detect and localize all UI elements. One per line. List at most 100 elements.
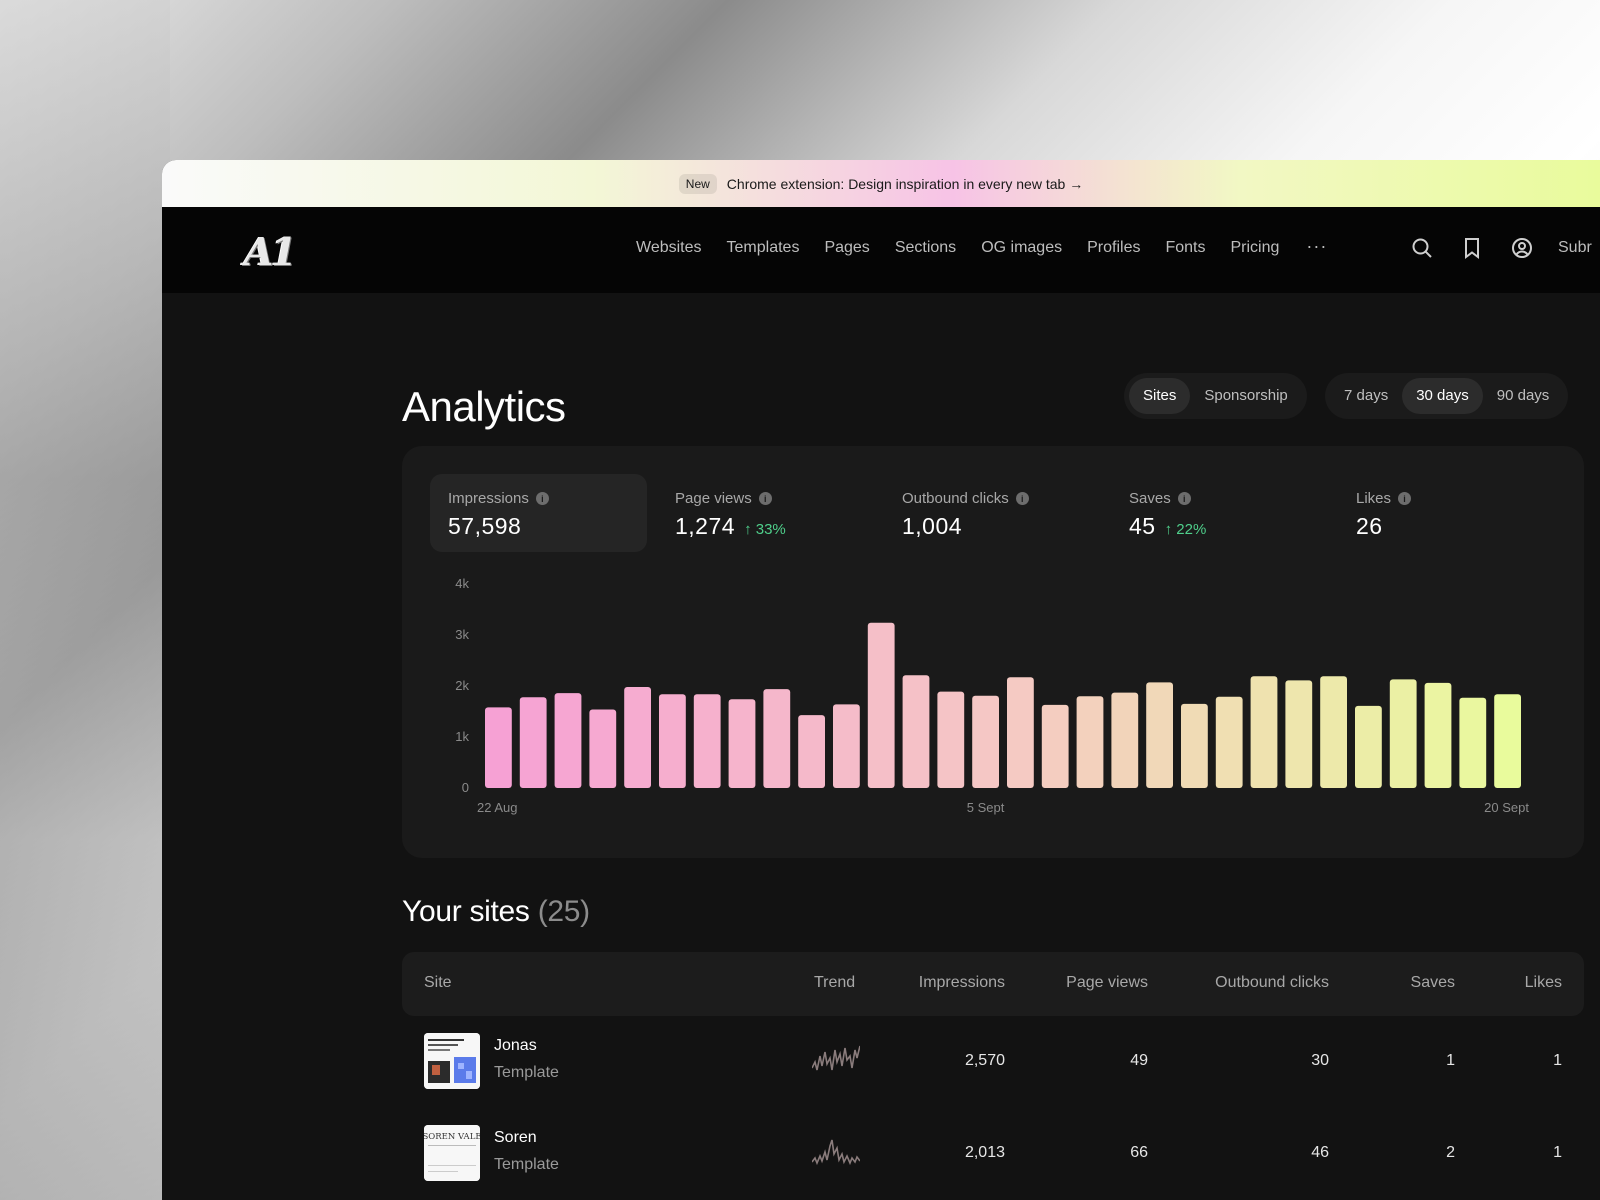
stat-impressions[interactable]: Impressions i 57,598 (430, 474, 647, 552)
bookmark-icon[interactable] (1460, 236, 1484, 260)
stat-tabs: Impressions i 57,598 Page views i 1,274 ↑ 3… (430, 474, 1565, 552)
chart-bar[interactable] (902, 675, 930, 788)
main-content: Analytics Sites Sponsorship 7 days 30 da… (162, 293, 1600, 1200)
nav-icons: Subr (1410, 236, 1592, 260)
chart-bar[interactable] (1285, 680, 1313, 788)
site-name: Jonas (494, 1037, 537, 1054)
table-row[interactable]: Jonas Template 2,570 49 30 1 1 (402, 1016, 1584, 1108)
chart-bar[interactable] (519, 697, 547, 788)
chart-bar[interactable] (1007, 677, 1034, 788)
range-toggle: 7 days 30 days 90 days (1325, 373, 1569, 419)
x-tick-label: 20 Sept (1484, 800, 1529, 815)
y-tick-label: 0 (462, 780, 469, 795)
stat-value: 26 (1356, 513, 1383, 539)
range-90-days-button[interactable]: 90 days (1483, 378, 1564, 414)
range-30-days-button[interactable]: 30 days (1402, 378, 1483, 414)
info-icon[interactable]: i (1398, 492, 1412, 505)
chart-bar[interactable] (1111, 692, 1139, 788)
search-icon[interactable] (1410, 236, 1434, 260)
chart-bar[interactable] (1250, 676, 1278, 788)
chart-bar[interactable] (554, 693, 582, 788)
chart-bar[interactable] (867, 622, 895, 788)
site-name: Soren (494, 1129, 537, 1146)
chart-bar[interactable] (1215, 696, 1243, 788)
nav-link-pages[interactable]: Pages (824, 239, 869, 260)
nav-link-og-images[interactable]: OG images (981, 239, 1062, 260)
sites-title: Your sites (402, 895, 530, 928)
column-trend[interactable]: Trend (814, 974, 855, 992)
chart-bar[interactable] (833, 704, 860, 788)
scope-sponsorship-button[interactable]: Sponsorship (1190, 378, 1301, 414)
top-navigation: A1 Websites Templates Pages Sections OG … (162, 207, 1600, 293)
scope-sites-button[interactable]: Sites (1129, 378, 1191, 414)
stat-outbound-clicks[interactable]: Outbound clicks i 1,004 (884, 474, 1101, 552)
cell-likes: 1 (1553, 1052, 1562, 1069)
stat-label: Likes (1356, 490, 1392, 507)
chart-bar[interactable] (624, 687, 651, 788)
chart-bar[interactable] (798, 715, 825, 788)
chart-bar[interactable] (1459, 697, 1487, 788)
nav-link-fonts[interactable]: Fonts (1165, 239, 1205, 260)
chart-bar[interactable] (763, 689, 791, 788)
chart-bar[interactable] (1041, 704, 1069, 788)
range-7-days-button[interactable]: 7 days (1330, 378, 1402, 414)
trend-sparkline (812, 1045, 860, 1071)
stat-value: 1,004 (902, 513, 963, 539)
thumbnail-text: SOREN VALE (424, 1132, 480, 1142)
chart-bar[interactable] (1320, 676, 1347, 788)
column-page-views[interactable]: Page views (1066, 974, 1148, 992)
info-icon[interactable]: i (535, 492, 549, 505)
sites-heading: Your sites (25) (402, 895, 590, 929)
chart-bar[interactable] (589, 709, 617, 789)
column-outbound-clicks[interactable]: Outbound clicks (1215, 974, 1329, 992)
nav-link-profiles[interactable]: Profiles (1087, 239, 1140, 260)
chart-bar[interactable] (693, 694, 721, 788)
chart-bar[interactable] (1146, 682, 1173, 788)
chart-bar[interactable] (659, 694, 686, 788)
stat-page-views[interactable]: Page views i 1,274 ↑ 33% (657, 474, 874, 552)
more-menu-icon[interactable]: ··· (1306, 236, 1327, 257)
stat-value: 57,598 (448, 513, 522, 539)
browser-window: New Chrome extension: Design inspiration… (162, 160, 1600, 1200)
submit-link[interactable]: Subr (1558, 239, 1592, 257)
column-impressions[interactable]: Impressions (919, 974, 1005, 992)
stat-value: 1,274 (675, 513, 736, 539)
info-icon[interactable]: i (758, 492, 772, 505)
column-likes[interactable]: Likes (1525, 974, 1562, 992)
stat-label: Page views (675, 490, 752, 507)
chart-bar[interactable] (972, 695, 999, 788)
chart-bar[interactable] (1494, 694, 1521, 788)
logo[interactable]: A1 (244, 229, 298, 274)
nav-link-templates[interactable]: Templates (727, 239, 800, 260)
chart-bar[interactable] (728, 699, 756, 788)
chart-bar[interactable] (937, 691, 965, 788)
nav-link-sections[interactable]: Sections (895, 239, 956, 260)
nav-link-websites[interactable]: Websites (636, 239, 702, 260)
site-type: Template (494, 1156, 559, 1173)
info-icon[interactable]: i (1015, 492, 1029, 505)
cell-saves: 1 (1446, 1052, 1455, 1069)
site-thumbnail: SOREN VALE (424, 1125, 480, 1181)
chart-bar[interactable] (1424, 682, 1452, 788)
stat-saves[interactable]: Saves i 45 ↑ 22% (1111, 474, 1328, 552)
info-icon[interactable]: i (1177, 492, 1191, 505)
table-row[interactable]: SOREN VALE Soren Template 2,013 66 46 2 … (402, 1108, 1584, 1200)
column-site[interactable]: Site (424, 974, 452, 992)
nav-link-pricing[interactable]: Pricing (1230, 239, 1279, 260)
stat-likes[interactable]: Likes i 26 (1338, 474, 1555, 552)
column-saves[interactable]: Saves (1411, 974, 1455, 992)
impressions-bar-chart: 0 1k 2k 3k 4k 22 Aug 5 Sept 20 Sept (455, 576, 1529, 815)
banner-link[interactable]: Chrome extension: Design inspiration in … (727, 176, 1083, 192)
x-tick-label: 22 Aug (477, 800, 518, 815)
chart-bar[interactable] (1181, 703, 1208, 788)
chart-bar[interactable] (1076, 696, 1104, 788)
site-thumbnail (424, 1033, 480, 1089)
chart-bar[interactable] (1389, 679, 1417, 788)
y-tick-label: 2k (455, 678, 469, 693)
chart-bar[interactable] (485, 707, 512, 788)
trend-sparkline (812, 1139, 860, 1166)
announcement-banner[interactable]: New Chrome extension: Design inspiration… (162, 160, 1600, 207)
chart-bar[interactable] (1355, 705, 1382, 788)
site-type: Template (494, 1064, 559, 1081)
user-icon[interactable] (1510, 236, 1534, 260)
